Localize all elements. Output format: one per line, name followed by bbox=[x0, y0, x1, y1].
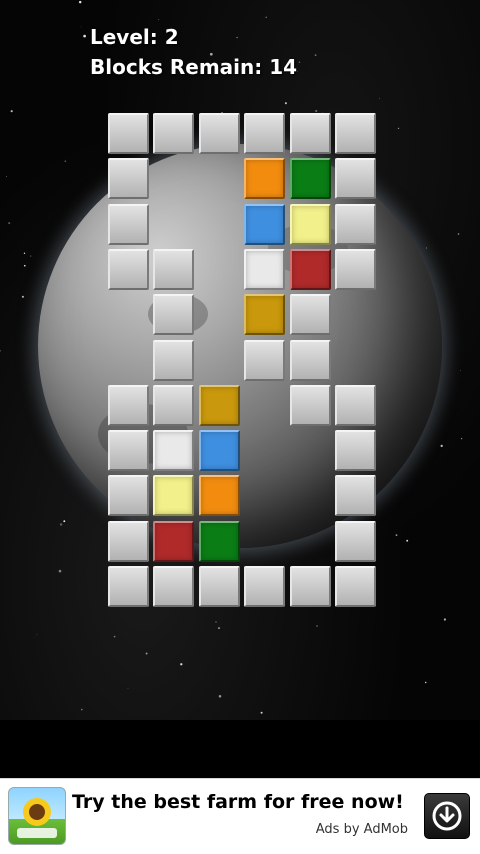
wall-tile bbox=[290, 566, 331, 607]
wall-tile bbox=[290, 294, 331, 335]
green-block[interactable] bbox=[199, 521, 240, 562]
bottom-spacer bbox=[0, 720, 480, 778]
wall-tile bbox=[153, 566, 194, 607]
wall-tile bbox=[108, 430, 149, 471]
wall-tile bbox=[108, 158, 149, 199]
wall-tile bbox=[335, 249, 376, 290]
wall-tile bbox=[335, 385, 376, 426]
puzzle-board bbox=[0, 0, 480, 720]
wall-tile bbox=[335, 566, 376, 607]
wall-tile bbox=[244, 340, 285, 381]
wall-tile bbox=[108, 204, 149, 245]
wall-tile bbox=[153, 340, 194, 381]
yellow-block[interactable] bbox=[290, 204, 331, 245]
yellow-block[interactable] bbox=[153, 475, 194, 516]
ad-credit: Ads by AdMob bbox=[315, 822, 408, 837]
wall-tile bbox=[153, 294, 194, 335]
green-block[interactable] bbox=[290, 158, 331, 199]
white-block[interactable] bbox=[244, 249, 285, 290]
orange-block[interactable] bbox=[244, 158, 285, 199]
blue-block[interactable] bbox=[244, 204, 285, 245]
wall-tile bbox=[290, 113, 331, 154]
wall-tile bbox=[153, 385, 194, 426]
ad-headline[interactable]: Try the best farm for free now! bbox=[72, 791, 404, 813]
wall-tile bbox=[153, 249, 194, 290]
wall-tile bbox=[335, 113, 376, 154]
wall-tile bbox=[290, 340, 331, 381]
ad-banner[interactable]: Try the best farm for free now! Ads by A… bbox=[0, 778, 480, 854]
wall-tile bbox=[108, 475, 149, 516]
wall-tile bbox=[108, 249, 149, 290]
wall-tile bbox=[108, 521, 149, 562]
red-block[interactable] bbox=[153, 521, 194, 562]
blue-block[interactable] bbox=[199, 430, 240, 471]
wall-tile bbox=[244, 566, 285, 607]
wall-tile bbox=[153, 113, 194, 154]
wall-tile bbox=[290, 385, 331, 426]
wall-tile bbox=[199, 566, 240, 607]
wall-tile bbox=[108, 113, 149, 154]
orange-block[interactable] bbox=[199, 475, 240, 516]
download-icon[interactable] bbox=[424, 793, 470, 839]
wall-tile bbox=[335, 475, 376, 516]
gold-block[interactable] bbox=[199, 385, 240, 426]
wall-tile bbox=[335, 430, 376, 471]
gold-block[interactable] bbox=[244, 294, 285, 335]
white-block[interactable] bbox=[153, 430, 194, 471]
wall-tile bbox=[108, 385, 149, 426]
wall-tile bbox=[335, 521, 376, 562]
red-block[interactable] bbox=[290, 249, 331, 290]
game-screen: Level: 2 Blocks Remain: 14 Try the best … bbox=[0, 0, 480, 854]
wall-tile bbox=[199, 113, 240, 154]
wall-tile bbox=[244, 113, 285, 154]
sunflower-farm-icon[interactable] bbox=[8, 787, 66, 845]
wall-tile bbox=[335, 158, 376, 199]
wall-tile bbox=[108, 566, 149, 607]
wall-tile bbox=[335, 204, 376, 245]
